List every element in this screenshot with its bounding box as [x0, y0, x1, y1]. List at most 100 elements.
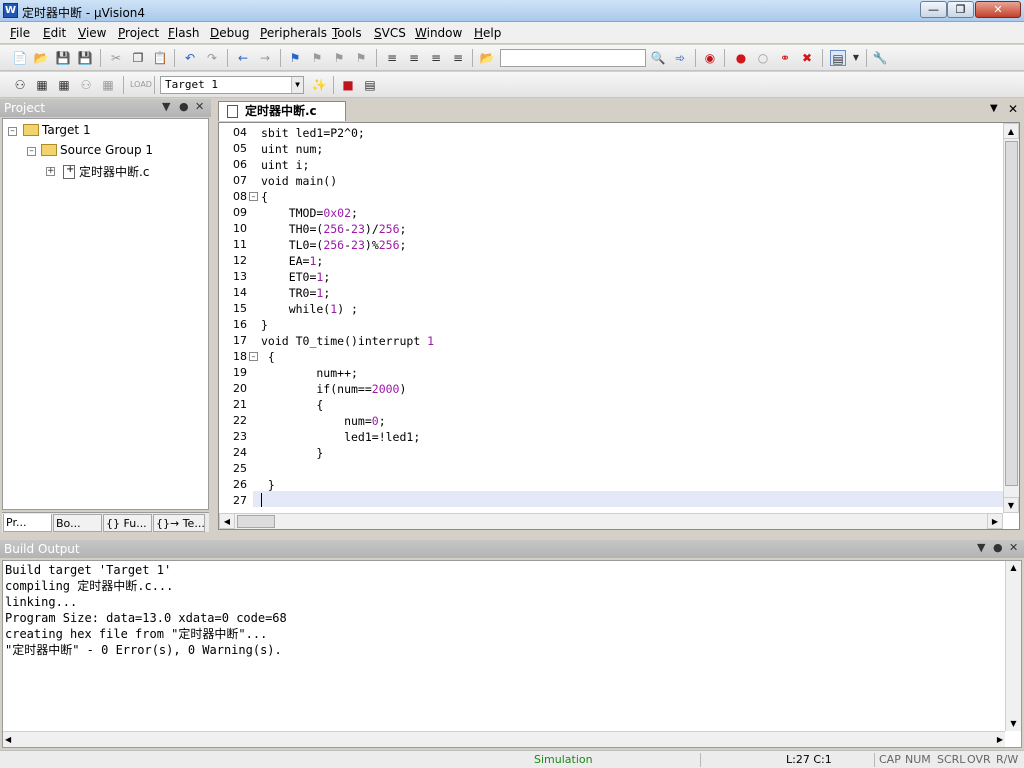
chevron-down-icon[interactable]: ▼ — [162, 100, 170, 113]
chevron-down-icon[interactable]: ▼ — [990, 103, 998, 114]
menu-peripherals[interactable]: Peripherals — [260, 26, 327, 40]
scroll-right-icon[interactable]: ▶ — [987, 513, 1003, 529]
menu-help[interactable]: Help — [474, 26, 501, 40]
menu-flash[interactable]: Flash — [168, 26, 199, 40]
folder-icon — [41, 144, 57, 156]
scroll-right-icon[interactable]: ▶ — [997, 732, 1003, 747]
menu-tools[interactable]: Tools — [332, 26, 362, 40]
menu-debug[interactable]: Debug — [210, 26, 249, 40]
incremental-find-icon[interactable]: ➾ — [672, 50, 688, 66]
stop-build-icon[interactable]: ▦ — [100, 77, 116, 93]
disable-breakpoint-icon[interactable]: ○ — [755, 50, 771, 66]
tree-item-target[interactable]: Target 1 — [23, 123, 91, 137]
scroll-up-icon[interactable]: ▲ — [1003, 123, 1019, 139]
breakpoint-icon[interactable]: ● — [733, 50, 749, 66]
nav-back-icon[interactable]: ← — [235, 50, 251, 66]
prev-bookmark-icon[interactable]: ⚑ — [309, 50, 325, 66]
tab-templates[interactable]: {}→ Te... — [153, 514, 205, 532]
scroll-up-icon[interactable]: ▲ — [1006, 561, 1021, 575]
chevron-down-icon[interactable]: ▼ — [848, 50, 864, 66]
batch-build-icon[interactable]: ⚇ — [78, 77, 94, 93]
collapse-icon[interactable]: – — [8, 127, 17, 136]
collapse-icon[interactable]: – — [27, 147, 36, 156]
menu-edit[interactable]: Edit — [43, 26, 66, 40]
bookmark-icon[interactable]: ⚑ — [287, 50, 303, 66]
text-cursor — [261, 493, 262, 507]
pin-icon[interactable]: ● — [993, 541, 1003, 554]
minimize-button[interactable]: — — [920, 1, 947, 18]
scroll-left-icon[interactable]: ◀ — [219, 513, 235, 529]
pin-icon[interactable]: ● — [179, 100, 189, 113]
tab-project[interactable]: Pr... — [3, 514, 52, 532]
scroll-thumb[interactable] — [1005, 141, 1018, 486]
rebuild-icon[interactable]: ▦ — [56, 77, 72, 93]
menu-svcs[interactable]: SVCS — [374, 26, 406, 40]
menu-file[interactable]: File — [10, 26, 30, 40]
cut-icon[interactable]: ✂ — [108, 50, 124, 66]
comment-icon[interactable]: ≡ — [428, 50, 444, 66]
vertical-scrollbar[interactable]: ▲ ▼ — [1003, 123, 1019, 513]
clear-bookmarks-icon[interactable]: ⚑ — [353, 50, 369, 66]
menu-window[interactable]: Window — [415, 26, 462, 40]
tab-functions[interactable]: {} Fu... — [103, 514, 152, 532]
close-button[interactable]: ✕ — [975, 1, 1021, 18]
find-icon[interactable]: 🔍 — [650, 50, 666, 66]
build-output-area[interactable]: ▲ ▼ ◀ ▶ Build target 'Target 1' compiling… — [2, 560, 1022, 748]
select-packs-icon[interactable]: ▤ — [362, 77, 378, 93]
close-icon[interactable]: ✕ — [1008, 102, 1018, 116]
menu-view[interactable]: View — [78, 26, 106, 40]
manage-components-icon[interactable]: ■ — [340, 77, 356, 93]
scroll-left-icon[interactable]: ◀ — [5, 732, 11, 747]
window-layout-icon[interactable]: ▤ — [830, 50, 846, 66]
find-in-files-icon[interactable]: 📂 — [479, 50, 495, 66]
find-combo[interactable] — [500, 49, 646, 67]
tab-books[interactable]: Bo... — [53, 514, 102, 532]
scroll-down-icon[interactable]: ▼ — [1003, 497, 1019, 513]
download-icon[interactable]: LOAD — [130, 77, 152, 93]
redo-icon[interactable]: ↷ — [204, 50, 220, 66]
next-bookmark-icon[interactable]: ⚑ — [331, 50, 347, 66]
build-output-header: Build Output ▼ ● ✕ — [0, 540, 1024, 558]
debug-session-icon[interactable]: ◉ — [702, 50, 718, 66]
vertical-scrollbar[interactable]: ▲ ▼ — [1005, 561, 1021, 731]
toolbar-separator — [333, 76, 334, 94]
horizontal-scrollbar[interactable]: ◀ ▶ — [3, 731, 1005, 747]
horizontal-scrollbar[interactable]: ◀ ▶ — [219, 513, 1003, 529]
fold-collapse-icon[interactable]: – — [249, 192, 258, 201]
target-options-icon[interactable]: ✨ — [311, 77, 327, 93]
restore-button[interactable]: ❐ — [947, 1, 974, 18]
copy-icon[interactable]: ❐ — [130, 50, 146, 66]
kill-all-breakpoints-icon[interactable]: ✖ — [799, 50, 815, 66]
build-icon[interactable]: ▦ — [34, 77, 50, 93]
close-icon[interactable]: ✕ — [195, 100, 204, 113]
tree-item-source-group[interactable]: Source Group 1 — [41, 143, 153, 157]
open-file-icon[interactable]: 📂 — [33, 50, 49, 66]
indent-icon[interactable]: ≡ — [384, 50, 400, 66]
tree-item-file[interactable]: 定时器中断.c — [63, 163, 149, 180]
code-area[interactable]: sbit led1=P2^0; uint num; uint i; void main… — [261, 123, 1003, 513]
code-line: sbit led1=P2^0; — [261, 126, 365, 140]
save-icon[interactable]: 💾 — [55, 50, 71, 66]
scroll-down-icon[interactable]: ▼ — [1006, 717, 1021, 731]
configure-icon[interactable]: 🔧 — [872, 50, 888, 66]
disable-all-breakpoints-icon[interactable]: ⚭ — [777, 50, 793, 66]
scroll-thumb[interactable] — [237, 515, 275, 528]
code-editor[interactable]: 04 05 06 07 08–09 10 11 12 13 14 15 16 17 18–19 20 21 22… — [218, 122, 1020, 530]
code-line: uint i; — [261, 158, 310, 172]
save-all-icon[interactable]: 💾 — [77, 50, 93, 66]
fold-collapse-icon[interactable]: – — [249, 352, 258, 361]
close-icon[interactable]: ✕ — [1009, 541, 1018, 554]
line-number: 23 — [233, 430, 247, 443]
paste-icon[interactable]: 📋 — [152, 50, 168, 66]
nav-forward-icon[interactable]: → — [257, 50, 273, 66]
menu-project[interactable]: Project — [118, 26, 159, 40]
new-file-icon[interactable]: 📄 — [12, 50, 28, 66]
tab-source-file[interactable]: 定时器中断.c — [218, 101, 346, 121]
translate-icon[interactable]: ⚇ — [12, 77, 28, 93]
chevron-down-icon[interactable]: ▼ — [977, 541, 985, 554]
target-select[interactable]: Target 1 ▼ — [160, 76, 304, 94]
uncomment-icon[interactable]: ≡ — [450, 50, 466, 66]
expand-icon[interactable]: + — [46, 167, 55, 176]
unindent-icon[interactable]: ≡ — [406, 50, 422, 66]
undo-icon[interactable]: ↶ — [182, 50, 198, 66]
